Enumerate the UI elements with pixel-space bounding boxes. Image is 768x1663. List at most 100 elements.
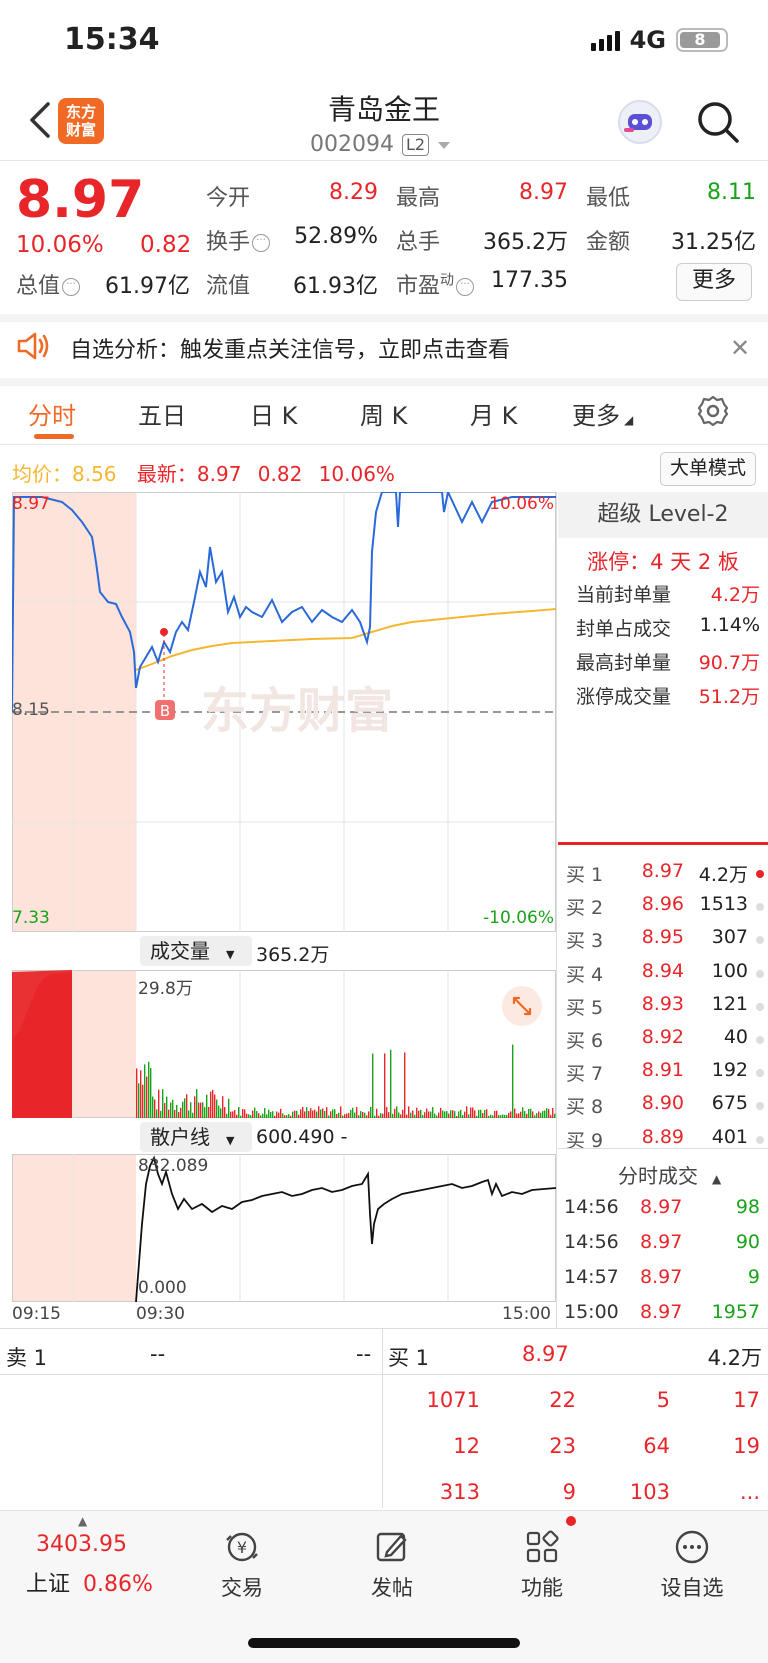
expand-icon[interactable] xyxy=(502,986,542,1026)
close-icon[interactable]: ✕ xyxy=(730,334,750,362)
volume-bar xyxy=(166,1096,168,1118)
volume-bar xyxy=(438,1112,440,1118)
sell1-vol: -- xyxy=(356,1342,372,1366)
volume-bar xyxy=(226,1113,228,1118)
index-value[interactable]: 3403.95 xyxy=(36,1532,127,1557)
trades-title[interactable]: 分时成交 ▲ xyxy=(618,1160,721,1189)
volume-bar xyxy=(318,1106,320,1118)
bid-dot xyxy=(756,1102,764,1111)
bid-row[interactable]: 买 7 8.91 192 xyxy=(558,1057,768,1087)
intraday-chart[interactable]: 东方财富 B 8.97 10.06% 8.15 7.33 -10.06% xyxy=(11,488,557,932)
trade-vol: 98 xyxy=(735,1196,760,1218)
volume-bar xyxy=(494,1111,496,1118)
stat-label: 总值 xyxy=(16,274,61,299)
volume-bar xyxy=(534,1115,536,1118)
big-order-mode-button[interactable]: 大单模式 xyxy=(660,452,756,486)
retail-line-selector[interactable]: 散户线 ▼ xyxy=(140,1122,252,1152)
bid-row[interactable]: 买 5 8.93 121 xyxy=(558,991,768,1021)
retail-line-chart[interactable]: 832.089 0.000 xyxy=(12,1154,557,1303)
nav-trade[interactable]: ¥ 交易 xyxy=(182,1528,302,1602)
bid-label: 买 3 xyxy=(566,930,604,953)
bid-label: 买 2 xyxy=(566,897,604,920)
volume-bar xyxy=(352,1107,354,1118)
queue-order: 17 xyxy=(733,1388,760,1412)
price-summary: 均价：8.56 最新：8.97 0.82 10.06% xyxy=(12,458,395,487)
robot-assistant-icon[interactable] xyxy=(618,100,662,144)
volume-bar xyxy=(224,1107,226,1118)
tab-weekly-k[interactable]: 周 K xyxy=(360,396,407,431)
stat-value: 8.29 xyxy=(329,180,378,205)
volume-bar xyxy=(540,1112,542,1118)
info-dots-icon[interactable]: ··· xyxy=(62,278,81,296)
volume-bar xyxy=(256,1111,258,1118)
bid-row[interactable]: 买 6 8.92 40 xyxy=(558,1024,768,1054)
latest-pct: 10.06% xyxy=(318,462,395,486)
volume-bar xyxy=(262,1113,264,1118)
limit-volume-label: 涨停成交量 xyxy=(576,686,672,708)
stock-code-row[interactable]: 002094 L2 xyxy=(310,132,451,157)
tab-monthly-k[interactable]: 月 K xyxy=(470,396,517,431)
tab-more[interactable]: 更多 ◢ xyxy=(572,396,633,431)
panel-divider xyxy=(556,492,557,1328)
index-row[interactable]: 上证 0.86% xyxy=(26,1566,153,1598)
buy1-label: 买 1 xyxy=(388,1346,430,1370)
volume-bar xyxy=(206,1094,208,1118)
bid-vol: 121 xyxy=(711,992,748,1015)
battery-level: 8 xyxy=(680,32,720,48)
trade-time: 14:56 xyxy=(564,1231,619,1253)
bid-vol: 675 xyxy=(711,1092,748,1115)
volume-bar xyxy=(434,1113,436,1118)
last-price: 8.97 xyxy=(16,170,145,230)
volume-bar xyxy=(476,1115,478,1118)
notice-text[interactable]: 自选分析：触发重点关注信号，立即点击查看 xyxy=(70,332,510,364)
volume-bar xyxy=(450,1110,452,1118)
bid-price: 8.91 xyxy=(641,1059,684,1082)
volume-bar xyxy=(472,1107,474,1118)
divider xyxy=(0,160,768,161)
volume-bar xyxy=(386,1107,388,1118)
panel-title[interactable]: 超级 Level-2 xyxy=(558,492,768,538)
bid-row[interactable]: 买 9 8.89 401 xyxy=(558,1124,768,1154)
volume-bar xyxy=(424,1112,426,1118)
seal-label: 当前封单量 xyxy=(576,584,672,606)
volume-bar xyxy=(294,1110,296,1118)
tab-daily-k[interactable]: 日 K xyxy=(250,396,297,431)
tab-intraday[interactable]: 分时 xyxy=(28,396,76,431)
volume-bar xyxy=(516,1113,518,1118)
more-button[interactable]: 更多 xyxy=(676,263,752,301)
stat-label: 总手 xyxy=(396,230,441,255)
bid-vol: 40 xyxy=(723,1026,748,1048)
info-dots-icon[interactable]: ··· xyxy=(456,278,475,296)
queue-order: 5 xyxy=(656,1388,670,1412)
nav-functions[interactable]: 功能 xyxy=(482,1528,602,1602)
volume-bar xyxy=(426,1108,428,1118)
volume-bar xyxy=(204,1107,206,1118)
search-icon[interactable] xyxy=(696,100,740,144)
bid-row[interactable]: 买 2 8.96 1513 xyxy=(558,891,768,921)
info-dots-icon[interactable]: ··· xyxy=(252,234,271,252)
volume-bar xyxy=(482,1113,484,1118)
volume-bar xyxy=(208,1106,210,1118)
stat-label-total: 总值 ··· xyxy=(16,268,81,300)
volume-bar xyxy=(382,1113,384,1118)
volume-selector[interactable]: 成交量 ▼ xyxy=(140,936,252,966)
volume-bar xyxy=(536,1113,538,1118)
volume-bar xyxy=(138,1083,140,1118)
nav-add-watchlist[interactable]: 设自选 xyxy=(632,1528,752,1602)
bid-row[interactable]: 买 4 8.94 100 xyxy=(558,958,768,988)
bid-row[interactable]: 买 1 8.97 4.2万 xyxy=(558,858,768,888)
tab-five-day[interactable]: 五日 xyxy=(138,396,186,431)
latest-label: 最新： xyxy=(136,462,197,486)
volume-bar xyxy=(496,1110,498,1118)
volume-bar xyxy=(330,1111,332,1118)
queue-order: 23 xyxy=(549,1434,576,1458)
volume-chart[interactable]: 29.8万 xyxy=(12,970,556,1118)
volume-total: 365.2万 xyxy=(256,944,330,966)
gear-icon[interactable] xyxy=(696,394,730,428)
bid-row[interactable]: 买 3 8.95 307 xyxy=(558,924,768,954)
level-badge: L2 xyxy=(401,133,430,156)
bid-price: 8.92 xyxy=(641,1026,684,1048)
bid-row[interactable]: 买 8 8.90 675 xyxy=(558,1090,768,1120)
nav-post[interactable]: 发帖 xyxy=(332,1528,452,1602)
volume-bar xyxy=(388,1112,390,1118)
